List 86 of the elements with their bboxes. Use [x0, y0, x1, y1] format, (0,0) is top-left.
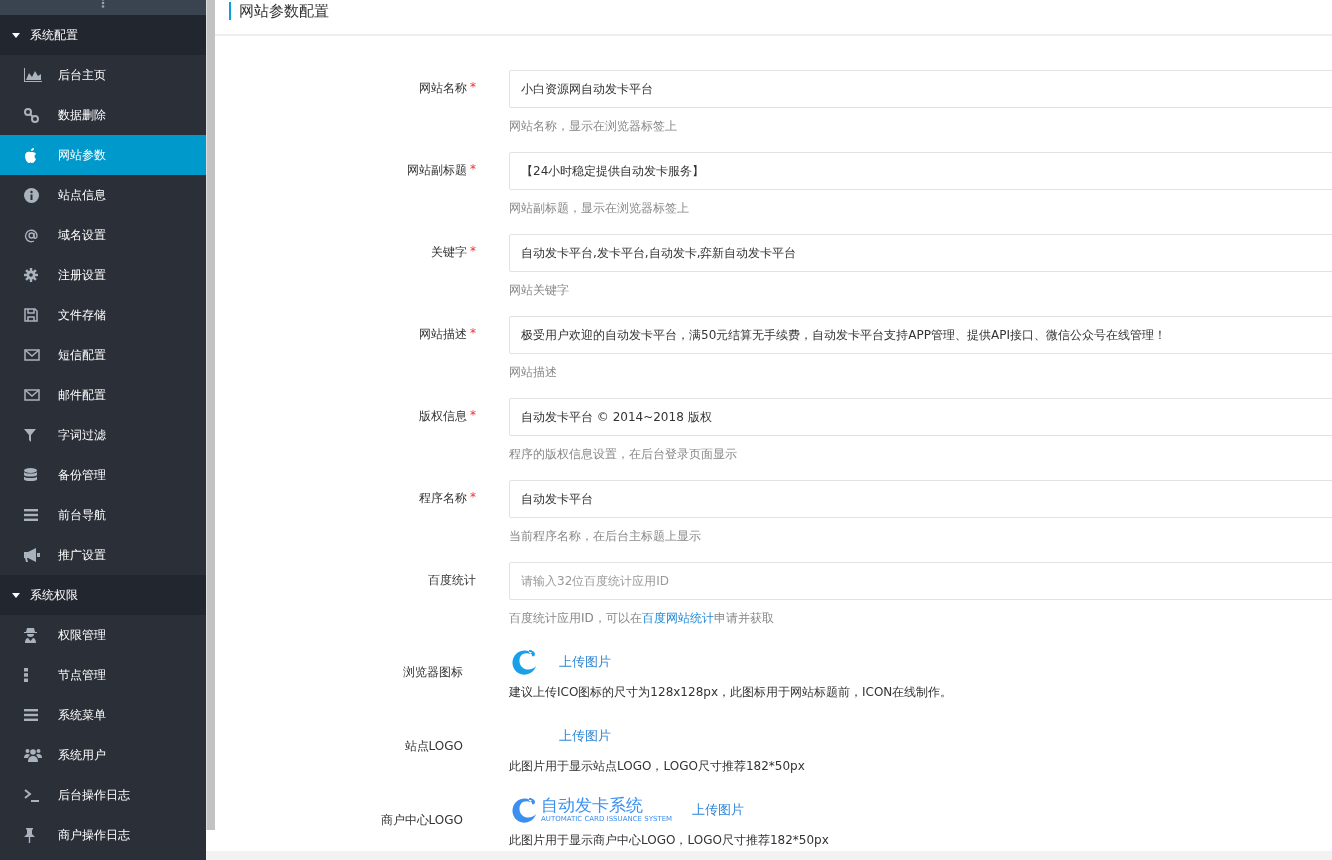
caret-icon	[12, 592, 20, 598]
help-text: 程序的版权信息设置，在后台登录页面显示	[509, 446, 738, 463]
sidebar-item[interactable]: 数据删除	[0, 95, 206, 135]
sidebar-item[interactable]: 系统菜单	[0, 695, 206, 735]
apple-icon	[24, 147, 37, 163]
vertical-dots-icon	[24, 668, 28, 682]
help-text: 网站名称，显示在浏览器标签上	[509, 118, 678, 135]
field-label: 站点LOGO	[404, 738, 463, 755]
sidebar-item[interactable]: 邮件配置	[0, 375, 206, 415]
input-field[interactable]: 【24小时稳定提供自动发卡服务】	[509, 152, 1332, 190]
sidebar-item[interactable]: 商户操作日志	[0, 815, 206, 855]
logo-icon	[509, 647, 539, 677]
terminal-icon	[24, 788, 40, 802]
logo-icon	[509, 795, 539, 825]
settings-icon	[24, 268, 38, 282]
sidebar-item[interactable]: 字词过滤	[0, 415, 206, 455]
field-label: 百度统计	[428, 572, 476, 589]
input-field[interactable]: 自动发卡平台	[509, 480, 1332, 518]
help-text: 建议上传ICO图标的尺寸为128x128px，此图标用于网站标题前，ICON在线制作。	[509, 684, 954, 701]
menu-group[interactable]: 系统权限	[0, 575, 206, 615]
help-text: 网站描述	[509, 364, 558, 381]
upload-link[interactable]: 上传图片	[692, 801, 745, 819]
logo-title: 自动发卡系统	[541, 796, 644, 815]
field-label: 版权信息	[419, 408, 467, 425]
pushpin-icon	[24, 827, 35, 843]
help-text: 网站关键字	[509, 282, 570, 299]
sidebar-item[interactable]: 短信配置	[0, 335, 206, 375]
field-label: 网站描述	[419, 326, 467, 343]
caret-icon	[12, 32, 20, 38]
sidebar-item[interactable]: 注册设置	[0, 255, 206, 295]
help-text: 此图片用于显示站点LOGO，LOGO尺寸推荐182*50px	[509, 758, 806, 775]
sidebar-item[interactable]: 推广设置	[0, 535, 206, 575]
envelope-icon	[24, 349, 40, 361]
database-icon	[24, 467, 37, 483]
required-mark: *	[470, 490, 476, 504]
help-text: 当前程序名称，在后台主标题上显示	[509, 528, 702, 545]
at-sign-icon	[24, 227, 39, 243]
sidebar-item[interactable]: 权限管理	[0, 615, 206, 655]
info-icon	[24, 187, 39, 203]
menu-icon	[24, 509, 38, 521]
sidebar-item[interactable]: 备份管理	[0, 455, 206, 495]
page-title: 网站参数配置	[229, 2, 329, 20]
sidebar-item[interactable]: 前台导航	[0, 495, 206, 535]
area-chart-icon	[24, 68, 42, 82]
input-field[interactable]: 请输入32位百度统计应用ID	[509, 562, 1332, 600]
floppy-disk-icon	[24, 308, 38, 322]
field-label: 程序名称	[419, 490, 467, 507]
sidebar-item[interactable]: 后台操作日志	[0, 775, 206, 815]
menu-group[interactable]: 系统配置	[0, 15, 206, 55]
required-mark: *	[470, 162, 476, 176]
required-mark: *	[470, 244, 476, 258]
field-label: 关键字	[431, 244, 467, 261]
input-field[interactable]: 自动发卡平台 © 2014~2018 版权	[509, 398, 1332, 436]
envelope-icon	[24, 389, 40, 401]
help-text: 网站副标题，显示在浏览器标签上	[509, 200, 690, 217]
megaphone-icon	[24, 548, 40, 562]
upload-link[interactable]: 上传图片	[559, 727, 611, 745]
field-label: 网站名称	[419, 80, 467, 97]
sidebar-item[interactable]: 系统用户	[0, 735, 206, 775]
upload-link[interactable]: 上传图片	[559, 653, 611, 671]
required-mark: *	[470, 408, 476, 422]
users-icon	[24, 748, 42, 762]
menu-group-title: 系统权限	[30, 586, 78, 604]
required-mark: *	[470, 326, 476, 340]
filter-icon	[24, 428, 36, 442]
required-mark: *	[470, 80, 476, 94]
field-label: 网站副标题	[407, 162, 467, 179]
sidebar-item[interactable]: 节点管理	[0, 655, 206, 695]
input-field[interactable]: 小白资源网自动发卡平台	[509, 70, 1332, 108]
menu-icon	[24, 709, 38, 721]
link-icon	[24, 107, 39, 123]
menu-group-title: 系统配置	[30, 26, 78, 44]
sidebar-item[interactable]: 站点信息	[0, 175, 206, 215]
sidebar-item[interactable]: 文件存储	[0, 295, 206, 335]
more-icon[interactable]	[101, 0, 105, 8]
help-text: 此图片用于显示商户中心LOGO，LOGO尺寸推荐182*50px	[509, 832, 830, 849]
field-label: 浏览器图标	[403, 664, 463, 681]
help-text: 百度统计应用ID，可以在百度网站统计申请并获取	[509, 610, 775, 627]
scrollbar[interactable]	[206, 0, 215, 830]
help-link[interactable]: 百度网站统计	[641, 611, 714, 625]
spy-icon	[24, 627, 37, 643]
sidebar-item[interactable]: 域名设置	[0, 215, 206, 255]
input-field[interactable]: 自动发卡平台,发卡平台,自动发卡,弈新自动发卡平台	[509, 234, 1332, 272]
field-label: 商户中心LOGO	[380, 812, 463, 829]
sidebar-item[interactable]: 后台主页	[0, 55, 206, 95]
input-field[interactable]: 极受用户欢迎的自动发卡平台，满50元结算无手续费，自动发卡平台支持APP管理、提供API接口、微信公众号在线管理！	[509, 316, 1332, 354]
